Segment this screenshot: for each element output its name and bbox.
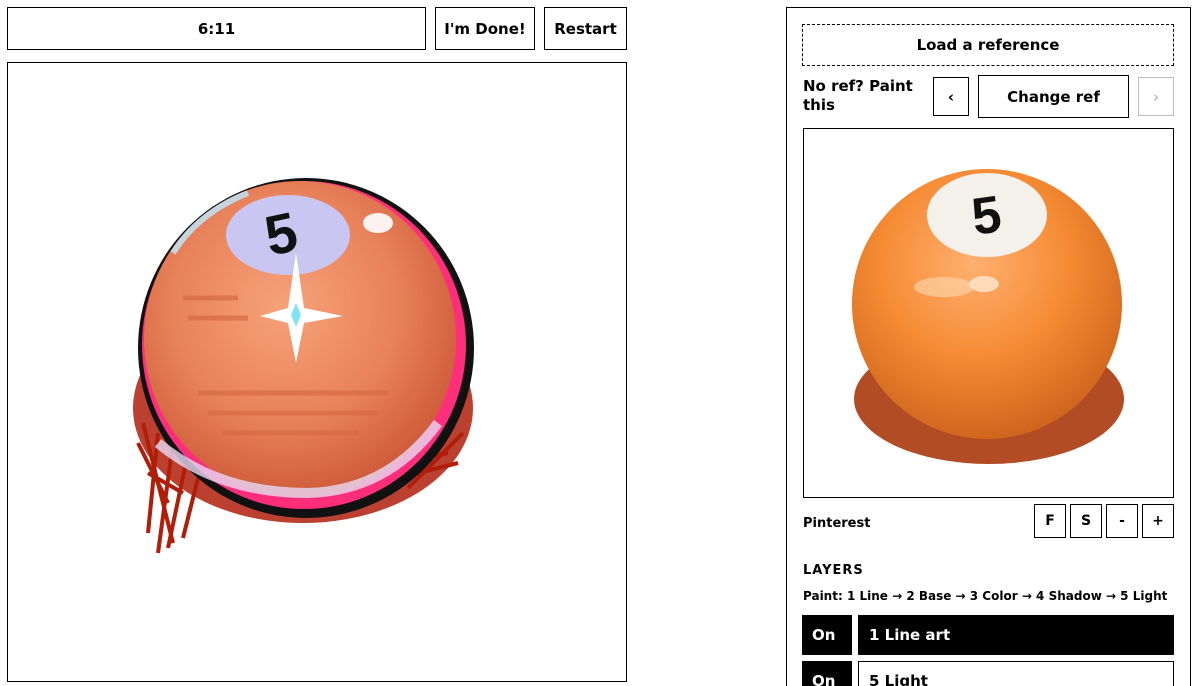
restart-button[interactable]: Restart <box>544 7 627 50</box>
reference-image: 5 <box>803 128 1174 498</box>
previous-ref-button[interactable]: ‹ <box>933 77 969 116</box>
painting-canvas[interactable]: 5 <box>7 62 627 682</box>
layers-heading: LAYERS <box>803 563 864 578</box>
no-ref-text: No ref? Paint this <box>803 77 913 114</box>
load-reference-button[interactable]: Load a reference <box>802 24 1174 66</box>
change-ref-button[interactable]: Change ref <box>978 75 1129 118</box>
reference-source-label: Pinterest <box>803 516 871 531</box>
zoom-in-button[interactable]: + <box>1142 504 1174 538</box>
done-button[interactable]: I'm Done! <box>435 7 535 50</box>
layer-item-line-art[interactable]: 1 Line art <box>858 615 1174 655</box>
reference-ball: 5 <box>852 169 1124 464</box>
layer-item-light[interactable]: 5 Light <box>858 661 1174 686</box>
next-ref-button[interactable]: › <box>1138 77 1174 116</box>
flip-button[interactable]: F <box>1034 504 1066 538</box>
layer-toggle-line-art[interactable]: On <box>802 615 852 655</box>
timer-display: 6:11 <box>7 7 426 50</box>
s-button[interactable]: S <box>1070 504 1102 538</box>
layer-toggle-light[interactable]: On <box>802 661 852 686</box>
zoom-out-button[interactable]: - <box>1106 504 1138 538</box>
paint-order-text: Paint: 1 Line → 2 Base → 3 Color → 4 Sha… <box>803 589 1168 603</box>
painted-ball: 5 <box>133 178 474 554</box>
